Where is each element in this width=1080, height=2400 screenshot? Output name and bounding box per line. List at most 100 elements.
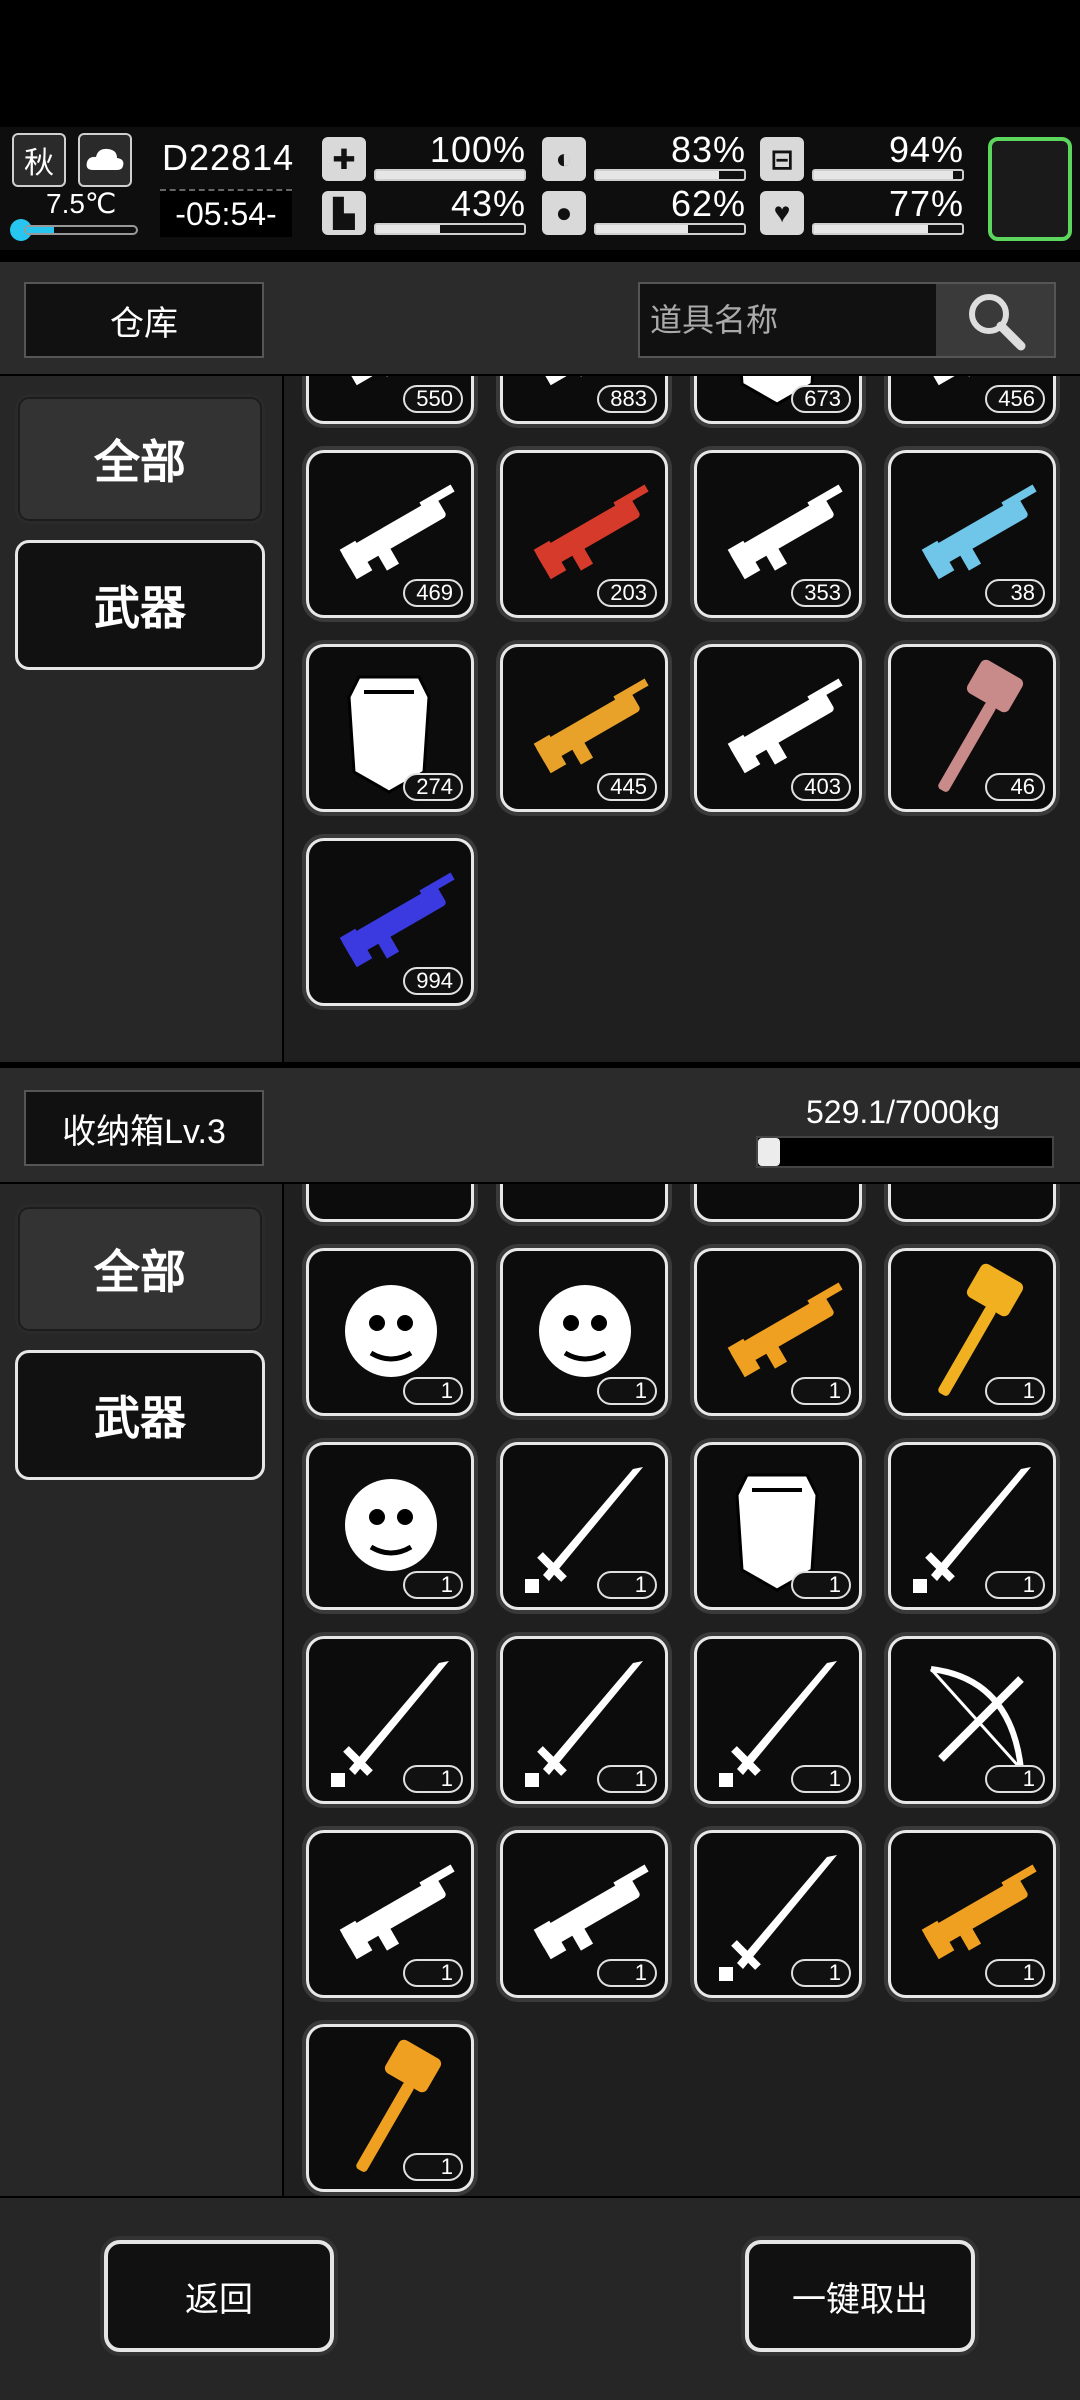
item-slot[interactable]: 1 — [306, 2024, 474, 2192]
stat-value: 77% — [888, 183, 964, 224]
cloud-icon — [78, 133, 132, 187]
item-slot[interactable]: 1 — [694, 1636, 862, 1804]
item-count: 274 — [403, 773, 463, 801]
item-slot[interactable]: 274 — [306, 644, 474, 812]
item-count: 673 — [791, 385, 851, 413]
take-all-label: 一键取出 — [792, 2280, 928, 2319]
warehouse-tab[interactable]: 仓库 — [24, 282, 264, 358]
item-count: 456 — [985, 385, 1045, 413]
item-slot[interactable] — [888, 1184, 1056, 1222]
item-count: 1 — [403, 1765, 463, 1793]
item-slot[interactable]: 456 — [888, 376, 1056, 424]
search-icon — [969, 294, 1026, 351]
item-slot[interactable]: 994 — [306, 838, 474, 1006]
item-count: 1 — [597, 1765, 657, 1793]
category-weapons[interactable]: 武器 — [15, 540, 265, 670]
item-slot[interactable]: 203 — [500, 450, 668, 618]
item-slot[interactable]: 1 — [306, 1636, 474, 1804]
item-count: 1 — [985, 1377, 1045, 1405]
status-bar: 秋 7.5℃ D22814 -05:54- ✚ 100% ◐ 83% ⊟ 94% ▙ 43% ●… — [0, 127, 1080, 250]
warehouse-category-panel: 全部 武器 — [0, 376, 282, 1062]
stat-bar-fill — [814, 171, 954, 179]
warehouse-item-grid[interactable]: 550 883 673 456 469 203 353 38 274 445 4… — [284, 376, 1080, 1062]
item-slot[interactable]: 1 — [306, 1248, 474, 1416]
item-slot[interactable]: 1 — [306, 1830, 474, 1998]
item-count: 1 — [791, 1959, 851, 1987]
item-slot[interactable] — [500, 1184, 668, 1222]
stat-bar — [374, 223, 526, 235]
search-input[interactable]: 道具名称 — [650, 284, 778, 356]
take-all-button[interactable]: 一键取出 — [745, 2240, 975, 2352]
weight-bar-fill — [758, 1138, 781, 1166]
item-slot[interactable]: 1 — [500, 1830, 668, 1998]
item-slot[interactable]: 1 — [500, 1636, 668, 1804]
item-count: 1 — [597, 1377, 657, 1405]
item-slot[interactable] — [694, 1184, 862, 1222]
storage-tab[interactable]: 收纳箱Lv.3 — [24, 1090, 264, 1166]
stat-bar-fill — [376, 171, 524, 179]
stat-value: 83% — [670, 129, 746, 170]
item-slot[interactable]: 445 — [500, 644, 668, 812]
item-count: 883 — [597, 385, 657, 413]
back-label: 返回 — [185, 2280, 253, 2319]
item-count: 1 — [791, 1765, 851, 1793]
category-label: 全部 — [94, 1246, 186, 1298]
stat-bar — [594, 223, 746, 235]
item-slot[interactable]: 673 — [694, 376, 862, 424]
item-slot[interactable]: 403 — [694, 644, 862, 812]
category-weapons[interactable]: 武器 — [15, 1350, 265, 1480]
item-slot[interactable] — [306, 1184, 474, 1222]
heart-icon: ♥ — [760, 191, 804, 235]
stat-bar-fill — [376, 225, 440, 233]
item-count: 1 — [403, 1571, 463, 1599]
storage-item-grid[interactable]: 1 1 1 1 1 1 1 1 1 1 1 1 1 1 1 1 1 — [284, 1184, 1080, 2196]
boot-icon: ▙ — [322, 191, 366, 235]
item-slot[interactable]: 1 — [888, 1636, 1056, 1804]
category-label: 武器 — [94, 1392, 186, 1444]
item-count: 994 — [403, 967, 463, 995]
category-label: 武器 — [94, 582, 186, 634]
item-slot[interactable]: 1 — [888, 1248, 1056, 1416]
item-slot[interactable]: 1 — [306, 1442, 474, 1610]
season-label: 秋 — [24, 147, 54, 180]
stat-value: 100% — [429, 129, 526, 170]
storage-weight: 529.1/7000kg — [806, 1094, 1000, 1130]
item-slot[interactable]: 38 — [888, 450, 1056, 618]
item-slot[interactable]: 1 — [500, 1248, 668, 1416]
item-slot[interactable]: 883 — [500, 376, 668, 424]
item-slot[interactable]: 1 — [694, 1830, 862, 1998]
item-count: 46 — [985, 773, 1045, 801]
item-count: 1 — [597, 1959, 657, 1987]
item-count: 550 — [403, 385, 463, 413]
item-count: 1 — [985, 1959, 1045, 1987]
stat-value: 94% — [888, 129, 964, 170]
water-drop-icon: ● — [542, 191, 586, 235]
item-count: 1 — [985, 1571, 1045, 1599]
category-all[interactable]: 全部 — [15, 1204, 265, 1334]
medkit-icon: ✚ — [322, 137, 366, 181]
category-label: 全部 — [94, 436, 186, 488]
back-button[interactable]: 返回 — [104, 2240, 334, 2352]
storage-header: 收纳箱Lv.3 529.1/7000kg — [0, 1068, 1080, 1182]
temperature-gauge — [10, 219, 138, 241]
item-slot[interactable]: 1 — [500, 1442, 668, 1610]
category-all[interactable]: 全部 — [15, 394, 265, 524]
stomach-icon: ◐ — [542, 137, 586, 181]
item-slot[interactable]: 550 — [306, 376, 474, 424]
stat-bar-fill — [596, 171, 719, 179]
weight-bar — [756, 1136, 1054, 1168]
item-slot[interactable]: 46 — [888, 644, 1056, 812]
storage-title: 收纳箱Lv.3 — [62, 1112, 226, 1151]
item-slot[interactable]: 1 — [694, 1248, 862, 1416]
item-slot[interactable]: 1 — [888, 1830, 1056, 1998]
stat-bar — [594, 169, 746, 181]
equipment-slot[interactable] — [988, 137, 1072, 241]
item-slot[interactable]: 1 — [694, 1442, 862, 1610]
stat-value: 43% — [450, 183, 526, 224]
item-count: 1 — [403, 1959, 463, 1987]
item-count: 445 — [597, 773, 657, 801]
item-slot[interactable]: 353 — [694, 450, 862, 618]
item-slot[interactable]: 1 — [888, 1442, 1056, 1610]
item-slot[interactable]: 469 — [306, 450, 474, 618]
search-button[interactable] — [936, 284, 1054, 356]
